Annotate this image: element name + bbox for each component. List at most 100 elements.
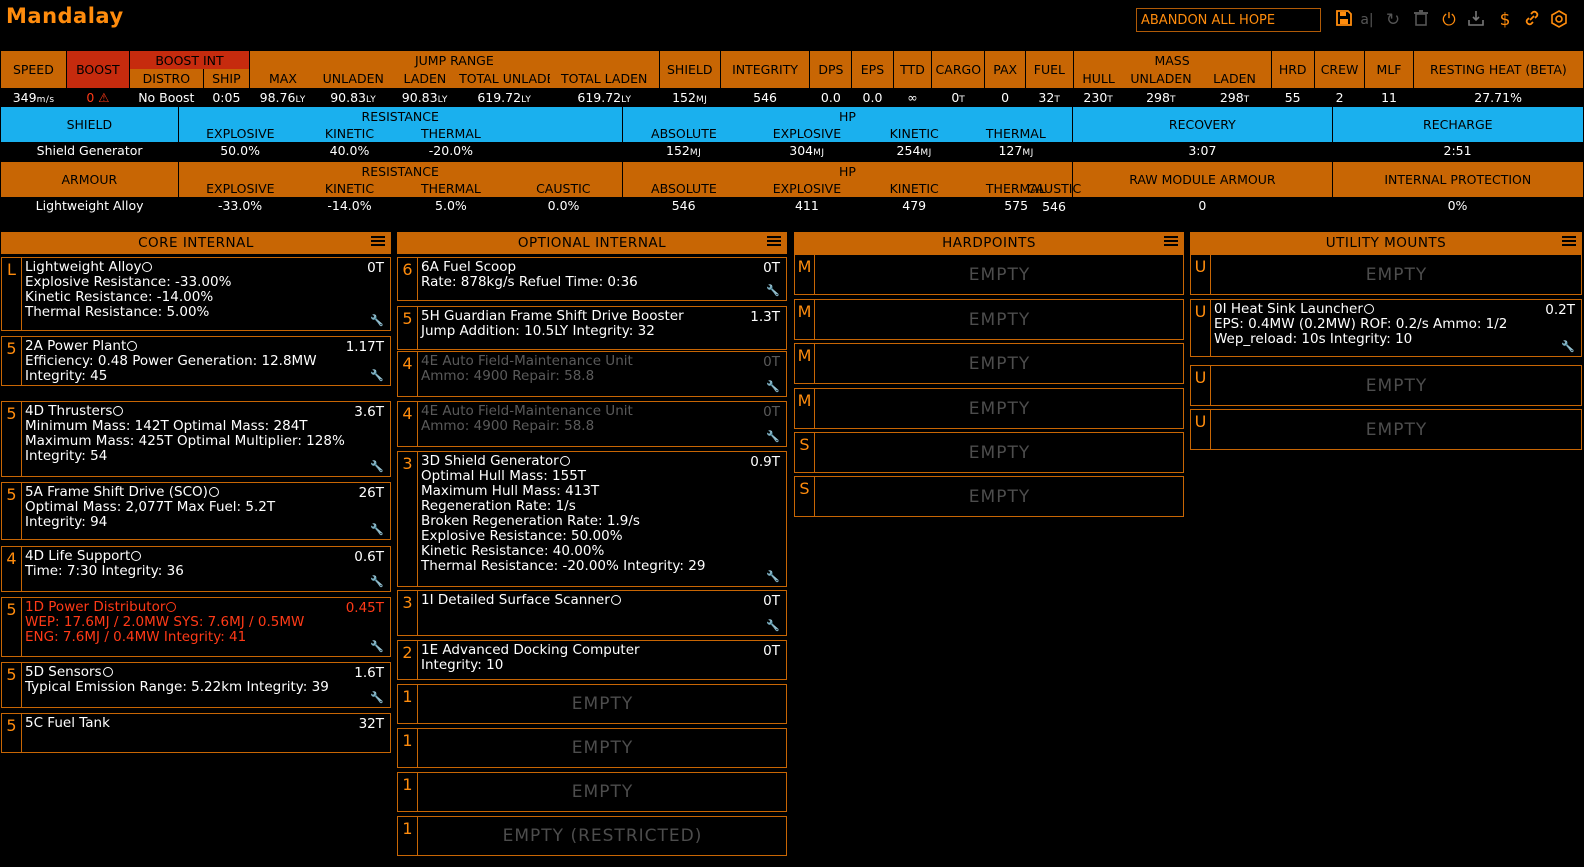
hardpoint-slot-medium[interactable]: M EMPTY [794,388,1184,429]
wrench-icon[interactable]: 🔧 [370,691,384,704]
laden-jump-header: LADEN [390,69,460,88]
armour-label: ARMOUR [1,162,179,197]
shield-header: SHIELD [658,51,721,88]
export-icon[interactable] [1467,10,1485,30]
core-slot-fuel-tank[interactable]: 5 5C Fuel Tank 32T [1,713,391,753]
utility-slot-empty[interactable]: U EMPTY [1190,365,1582,406]
wrench-icon[interactable]: 🔧 [370,460,384,473]
optional-internal-header: OPTIONAL INTERNAL [397,232,787,254]
rename-icon[interactable]: a| [1358,10,1376,30]
filter-icon[interactable] [371,236,385,250]
utility-mounts-column: UTILITY MOUNTS U EMPTY U 0I Heat Sink La… [1190,232,1582,462]
optional-slot-surface-scanner[interactable]: 3 1I Detailed Surface Scanner 0T 🔧 [397,590,787,636]
optional-slot-empty[interactable]: 1 EMPTY [397,684,787,724]
ship-value: 0:05 [203,88,250,106]
hardpoint-slot-small[interactable]: S EMPTY [794,432,1184,473]
boost-int-header: BOOST INT [128,51,250,69]
core-slot-armour[interactable]: L Lightweight Alloy Explosive Resistance… [1,257,391,331]
coriolis-icon[interactable] [1550,10,1568,30]
core-slot-power-plant[interactable]: 5 2A Power Plant Efficiency: 0.48 Power … [1,336,391,386]
armour-hp-explosive: 411 [745,197,869,214]
core-slot-life-support[interactable]: 4 4D Life Support Time: 7:30 Integrity: … [1,546,391,592]
cost-icon[interactable]: $ [1496,10,1514,30]
wrench-icon[interactable]: 🔧 [766,570,780,583]
optional-internal-column: OPTIONAL INTERNAL 6 6A Fuel Scoop Rate: 8… [397,232,787,862]
hardpoint-slot-medium[interactable]: M EMPTY [794,343,1184,384]
power-icon[interactable]: ⏻ [1440,10,1458,30]
hardpoint-slot-small[interactable]: S EMPTY [794,476,1184,517]
crew-header: CREW [1313,51,1365,88]
boost-header: BOOST [65,51,130,88]
shield-res-kinetic-header: KINETIC [302,125,397,142]
armour-hp-header: HP [621,162,1073,180]
shield-label: SHIELD [1,107,179,142]
fuel-value: 32T [1025,88,1074,106]
armour-res-thermal-header: THERMAL [397,180,505,197]
hardpoint-slot-medium[interactable]: M EMPTY [794,299,1184,340]
ship-stats-table: SPEED BOOST BOOST INT JUMP RANGE SHIELD … [1,51,1583,106]
resting-heat-header: RESTING HEAT (BETA) [1412,51,1583,88]
integrity-value: 546 [720,88,810,106]
hardpoint-slot-medium[interactable]: M EMPTY [794,254,1184,295]
wrench-icon[interactable]: 🔧 [1561,340,1575,353]
optional-slot-afmu-1[interactable]: 4 4E Auto Field-Maintenance Unit Ammo: 49… [397,351,787,397]
core-slot-sensors[interactable]: 5 5D Sensors Typical Emission Range: 5.2… [1,662,391,708]
hull-mass-header: HULL [1072,69,1124,88]
core-slot-fsd[interactable]: 5 5A Frame Shift Drive (SCO) Optimal Mas… [1,482,391,540]
utility-slot-heat-sink-launcher[interactable]: U 0I Heat Sink Launcher EPS: 0.4MW (0.2M… [1190,299,1582,357]
optional-slot-shield-generator[interactable]: 3 3D Shield Generator Optimal Hull Mass:… [397,451,787,587]
optional-slot-empty[interactable]: 1 EMPTY [397,728,787,768]
shield-res-explosive-header: EXPLOSIVE [177,125,302,142]
wrench-icon[interactable]: 🔧 [766,619,780,632]
engineered-icon [127,341,138,351]
utility-slot-empty[interactable]: U EMPTY [1190,254,1582,295]
wrench-icon[interactable]: 🔧 [370,314,384,327]
save-icon[interactable] [1335,10,1353,30]
wrench-icon[interactable]: 🔧 [370,640,384,653]
optional-slot-empty-restricted[interactable]: 1 EMPTY (RESTRICTED) [397,816,787,856]
wrench-icon[interactable]: 🔧 [370,369,384,382]
engineered-icon [559,456,570,466]
hrd-header: HRD [1270,51,1315,88]
core-slot-thrusters[interactable]: 5 4D Thrusters Minimum Mass: 142T Optima… [1,401,391,477]
optional-slot-afmu-2[interactable]: 4 4E Auto Field-Maintenance Unit Ammo: 49… [397,401,787,447]
armour-res-explosive: -33.0% [178,197,302,214]
link-icon[interactable] [1523,10,1541,30]
distro-value: No Boost [129,88,204,106]
shield-value: 152MJ [659,88,721,106]
optional-slot-docking-computer[interactable]: 2 1E Advanced Docking Computer Integrity:… [397,640,787,680]
optional-slot-fsd-booster[interactable]: 5 5H Guardian Frame Shift Drive Booster J… [397,306,787,350]
pax-header: PAX [984,51,1026,88]
cargo-value: 0T [931,88,985,106]
dps-header: DPS [809,51,852,88]
core-internal-column: CORE INTERNAL L Lightweight Alloy Explos… [1,232,391,862]
filter-icon[interactable] [1164,236,1178,250]
build-name-input[interactable] [1136,8,1321,32]
utility-slot-empty[interactable]: U EMPTY [1190,409,1582,450]
optional-slot-fuel-scoop[interactable]: 6 6A Fuel Scoop Rate: 878kg/s Refuel Time… [397,257,787,301]
laden-jump-value: 90.83LY [390,88,460,106]
internal-protection: 0% [1332,197,1583,214]
wrench-icon[interactable]: 🔧 [766,284,780,297]
core-slot-power-distributor[interactable]: 5 1D Power Distributor WEP: 17.6MJ / 2.0… [1,597,391,657]
wrench-icon[interactable]: 🔧 [766,430,780,443]
armour-hp-absolute: 546 [622,197,746,214]
crew-value: 2 [1314,88,1365,106]
shield-recharge-header: RECHARGE [1331,107,1583,142]
engineered-icon [113,406,124,416]
ttd-value: ∞ [893,88,932,106]
reload-icon[interactable]: ↻ [1384,10,1402,30]
hull-mass-value: 230T [1073,88,1124,106]
wrench-icon[interactable]: 🔧 [766,380,780,393]
filter-icon[interactable] [767,236,781,250]
total-unladen-header: TOTAL UNLADEN [459,69,550,88]
eps-value: 0.0 [851,88,893,106]
shield-hp-header: HP [621,107,1073,125]
delete-icon[interactable] [1412,10,1430,30]
laden-mass-header: LADEN [1198,69,1272,88]
shield-hp-kinetic-header: KINETIC [868,125,960,142]
optional-slot-empty[interactable]: 1 EMPTY [397,772,787,812]
filter-icon[interactable] [1562,236,1576,250]
wrench-icon[interactable]: 🔧 [370,575,384,588]
wrench-icon[interactable]: 🔧 [370,523,384,536]
